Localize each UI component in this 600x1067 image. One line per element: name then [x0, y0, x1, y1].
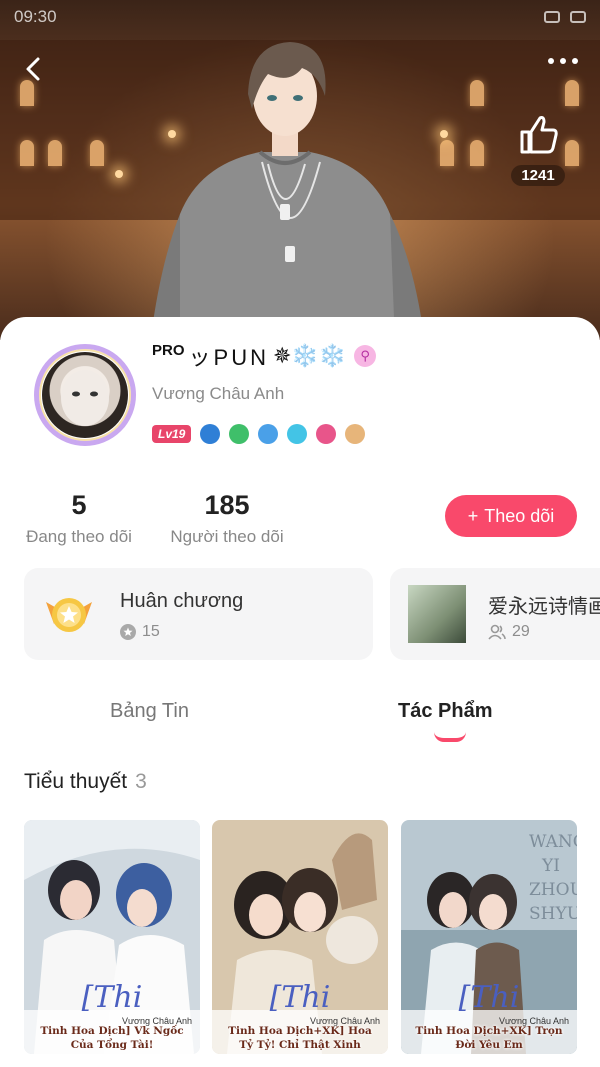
like-button[interactable]: 1241: [506, 112, 570, 186]
badge-icon[interactable]: [200, 424, 221, 444]
window-light: [470, 140, 484, 166]
profile-real-name: Vương Châu Anh: [152, 384, 285, 403]
wifi-icon: [544, 11, 560, 23]
novel-signature: [Thi: [81, 980, 143, 1015]
window-light: [440, 140, 454, 166]
group-title: 爱永远诗情画: [488, 596, 600, 618]
status-bar: 09:30: [14, 6, 586, 28]
group-member-count: 29: [512, 623, 530, 640]
novel-title: Tinh Hoa Dịch+XK] Hoa Tỷ Tỷ! Chỉ Thật Xi…: [218, 1024, 382, 1052]
medal-title: Huân chương: [120, 590, 244, 612]
level-badge[interactable]: Lv19: [152, 425, 192, 443]
street-lamp: [115, 170, 123, 178]
back-button[interactable]: [18, 52, 48, 86]
follow-button[interactable]: + Theo dõi: [445, 495, 577, 537]
dot-icon: [572, 58, 578, 64]
members-icon: [488, 624, 506, 640]
novel-side-text: WANG YI ZHOU SHYU: [529, 832, 577, 924]
dot-icon: [548, 58, 554, 64]
active-tab-indicator: [434, 732, 466, 742]
novel-title-line: Đời Yêu Em: [455, 1039, 523, 1051]
status-icons: [544, 11, 586, 23]
novel-title-line: Tinh Hoa Dịch] Vk Ngốc: [40, 1025, 184, 1037]
window-light: [90, 140, 104, 166]
chevron-left-icon: [26, 57, 40, 81]
novel-title-line: Tỷ Tỷ! Chỉ Thật Xinh: [239, 1039, 361, 1051]
name-suffix: ✵❄️❄️: [272, 343, 347, 368]
section-count: 3: [135, 770, 147, 793]
status-time: 09:30: [14, 7, 57, 26]
battery-icon: [570, 11, 586, 23]
window-light: [48, 140, 62, 166]
following-stat[interactable]: 5 Đang theo dõi: [24, 490, 134, 547]
avatar-face: [61, 370, 109, 426]
novel-card[interactable]: [Thi Vương Châu Anh Tinh Hoa Dịch] Vk Ng…: [24, 820, 200, 1054]
novel-title-line: Tinh Hoa Dịch+XK] Hoa: [228, 1025, 372, 1037]
window-light: [20, 140, 34, 166]
profile-name-row: PRO ッPUN ✵❄️❄️ ⚲: [152, 340, 377, 372]
group-card[interactable]: 爱永远诗情画 29: [390, 568, 600, 660]
character-illustration: [150, 42, 425, 340]
name-prefix: PRO: [152, 341, 185, 359]
group-thumbnail: [408, 585, 466, 643]
medal-icon: [46, 598, 92, 632]
star-circle-icon: [120, 624, 136, 640]
badge-icon[interactable]: [287, 424, 308, 444]
window-light: [565, 80, 579, 106]
window-light: [470, 80, 484, 106]
medal-count-row: 15: [120, 623, 160, 641]
followers-label: Người theo dõi: [170, 527, 284, 546]
novel-title-line: Của Tổng Tài!: [70, 1039, 154, 1051]
section-title-text: Tiểu thuyết: [24, 770, 128, 793]
followers-stat[interactable]: 185 Người theo dõi: [166, 490, 288, 547]
badge-icon[interactable]: [229, 424, 250, 444]
street-lamp: [440, 130, 448, 138]
novel-card[interactable]: WANG YI ZHOU SHYU [Thi Vương Châu Anh Ti…: [401, 820, 577, 1054]
gender-icon: ⚲: [354, 345, 377, 367]
following-count: 5: [71, 490, 87, 520]
tab-bang-tin[interactable]: Bảng Tin: [110, 700, 189, 723]
profile-name: ッPUN: [188, 345, 269, 370]
novel-title-line: Tinh Hoa Dịch+XK] Trọn: [415, 1025, 563, 1037]
followers-count: 185: [204, 490, 250, 520]
more-options-button[interactable]: [548, 58, 578, 64]
badge-icon[interactable]: [258, 424, 279, 444]
novel-title: Tinh Hoa Dịch+XK] Trọn Đời Yêu Em: [407, 1024, 571, 1052]
medal-count: 15: [142, 623, 160, 640]
group-member-row: 29: [488, 623, 530, 641]
medal-card[interactable]: Huân chương 15: [24, 568, 373, 660]
novel-title: Tinh Hoa Dịch] Vk Ngốc Của Tổng Tài!: [30, 1024, 194, 1052]
following-label: Đang theo dõi: [26, 527, 132, 546]
badge-icon[interactable]: [316, 424, 337, 444]
thumbs-up-icon: [520, 116, 558, 154]
plus-icon: +: [467, 505, 479, 526]
novel-signature: [Thi: [269, 980, 331, 1015]
section-title: Tiểu thuyết 3: [24, 770, 147, 794]
profile-banner: 09:30 1241: [0, 0, 600, 340]
novel-card[interactable]: [Thi Vương Châu Anh Tinh Hoa Dịch+XK] Ho…: [212, 820, 388, 1054]
tab-tac-pham[interactable]: Tác Phẩm: [398, 700, 492, 723]
badge-icon[interactable]: [345, 424, 366, 444]
badge-row: Lv19: [152, 424, 366, 444]
avatar[interactable]: [42, 352, 128, 438]
like-count: 1241: [511, 165, 565, 186]
dot-icon: [560, 58, 566, 64]
novel-signature: [Thi: [458, 980, 520, 1015]
follow-button-label: Theo dõi: [484, 505, 555, 526]
